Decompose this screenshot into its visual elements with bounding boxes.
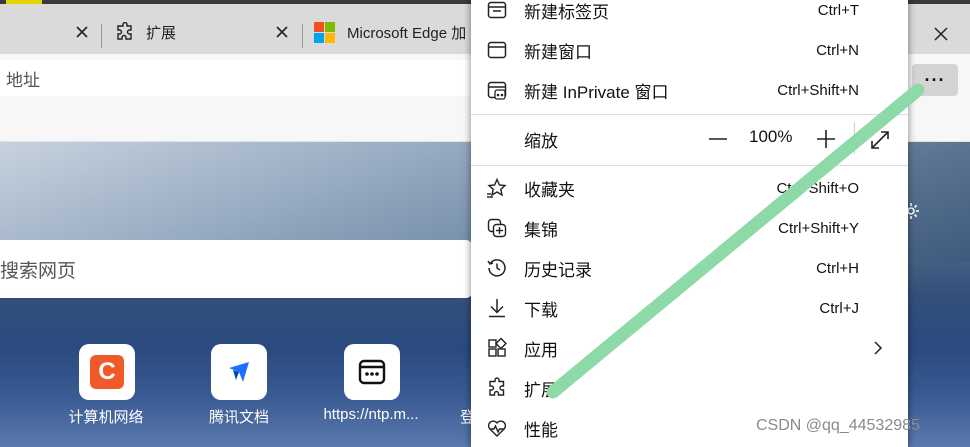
extensions-icon [485,376,509,400]
menu-item-shortcut: Ctrl+Shift+Y [778,219,859,237]
inprivate-icon [485,78,509,102]
menu-item-new-window[interactable]: 新建窗口 Ctrl+N [471,30,908,70]
zoom-separator [854,122,855,154]
extensions-icon [114,21,136,43]
tab-close-button[interactable] [268,18,296,46]
quicklink-label: https://ntp.m... [323,406,419,423]
fullscreen-button[interactable] [869,127,891,153]
close-icon [276,26,288,38]
menu-item-extensions[interactable]: 扩展 [471,368,908,408]
menu-item-label: 缩放 [524,131,558,151]
chevron-right-icon [868,338,888,358]
zoom-level: 100% [749,127,793,146]
menu-item-label: 应用 [524,340,558,360]
menu-item-label: 新建标签页 [524,2,609,22]
menu-item-label: 性能 [524,420,558,440]
menu-item-shortcut: Ctrl+Shift+N [777,81,859,99]
performance-icon [485,416,509,440]
menu-item-zoom: 缩放 [471,119,908,159]
menu-item-shortcut: Ctrl+T [817,1,859,19]
menu-divider [471,114,908,115]
quicklink-tile[interactable] [211,344,267,400]
menu-item-shortcut: Ctrl+H [816,259,859,277]
menu-item-label: 扩展 [524,380,558,400]
settings-menu: 新建标签页 Ctrl+T 新建窗口 Ctrl+N 新建 InPrivate 窗口… [471,0,908,447]
menu-item-history[interactable]: 历史记录 Ctrl+H [471,248,908,288]
more-icon: ··· [924,69,946,90]
menu-item-shortcut: Ctrl+N [816,41,859,59]
history-icon [485,256,509,280]
menu-item-downloads[interactable]: 下载 Ctrl+J [471,288,908,328]
close-icon [934,27,948,41]
quicklink-label: 计算机网络 [68,409,144,426]
menu-item-collections[interactable]: 集锦 Ctrl+Shift+Y [471,208,908,248]
menu-item-apps[interactable]: 应用 [471,328,908,368]
menu-item-label: 下载 [524,300,558,320]
microsoft-logo-icon [314,21,335,43]
csdn-logo-icon: C [90,355,124,389]
app-window-icon [358,359,386,385]
tab-label: Microsoft Edge 加 [347,24,467,42]
quicklink-label: 腾讯文档 [208,409,269,426]
search-input[interactable]: 搜索网页 [0,240,472,298]
menu-item-label: 收藏夹 [524,180,575,200]
zoom-in-button[interactable] [815,124,837,154]
menu-item-label: 新建窗口 [524,42,592,62]
favorites-icon [485,176,509,200]
quicklink-tile[interactable] [344,344,400,400]
search-placeholder: 搜索网页 [0,260,77,282]
tab-close-button[interactable] [68,18,96,46]
menu-item-shortcut: Ctrl+J [819,299,859,317]
tencent-docs-icon [229,362,249,382]
watermark-text: CSDN @qq_44532985 [756,417,920,434]
menu-item-favorites[interactable]: 收藏夹 Ctrl+Shift+O [471,168,908,208]
tab-separator [101,24,102,48]
menu-item-label: 集锦 [524,220,558,240]
tab-separator [302,24,303,48]
download-icon [485,296,509,320]
apps-icon [485,336,509,360]
window-close-button[interactable] [928,21,954,47]
menu-divider [471,165,908,166]
new-tab-icon [485,0,509,22]
menu-item-new-tab[interactable]: 新建标签页 Ctrl+T [471,0,908,30]
tab-edge-addons[interactable]: Microsoft Edge 加 [314,18,466,46]
menu-item-label: 历史记录 [524,260,592,280]
quicklink-tile[interactable]: C [79,344,135,400]
tab-label: 扩展 [146,24,177,42]
settings-more-button[interactable]: ··· [912,64,958,96]
fullscreen-icon [871,131,889,149]
collections-icon [485,216,509,240]
new-window-icon [485,38,509,62]
address-placeholder: 地址 [6,70,40,90]
menu-item-inprivate[interactable]: 新建 InPrivate 窗口 Ctrl+Shift+N [471,70,908,110]
minus-icon [709,138,727,140]
tab-extensions[interactable]: 扩展 [114,18,176,46]
menu-item-shortcut: Ctrl+Shift+O [776,179,859,197]
close-icon [76,26,88,38]
zoom-out-button[interactable] [707,124,729,154]
plus-icon [817,130,835,148]
menu-item-label: 新建 InPrivate 窗口 [524,82,669,102]
